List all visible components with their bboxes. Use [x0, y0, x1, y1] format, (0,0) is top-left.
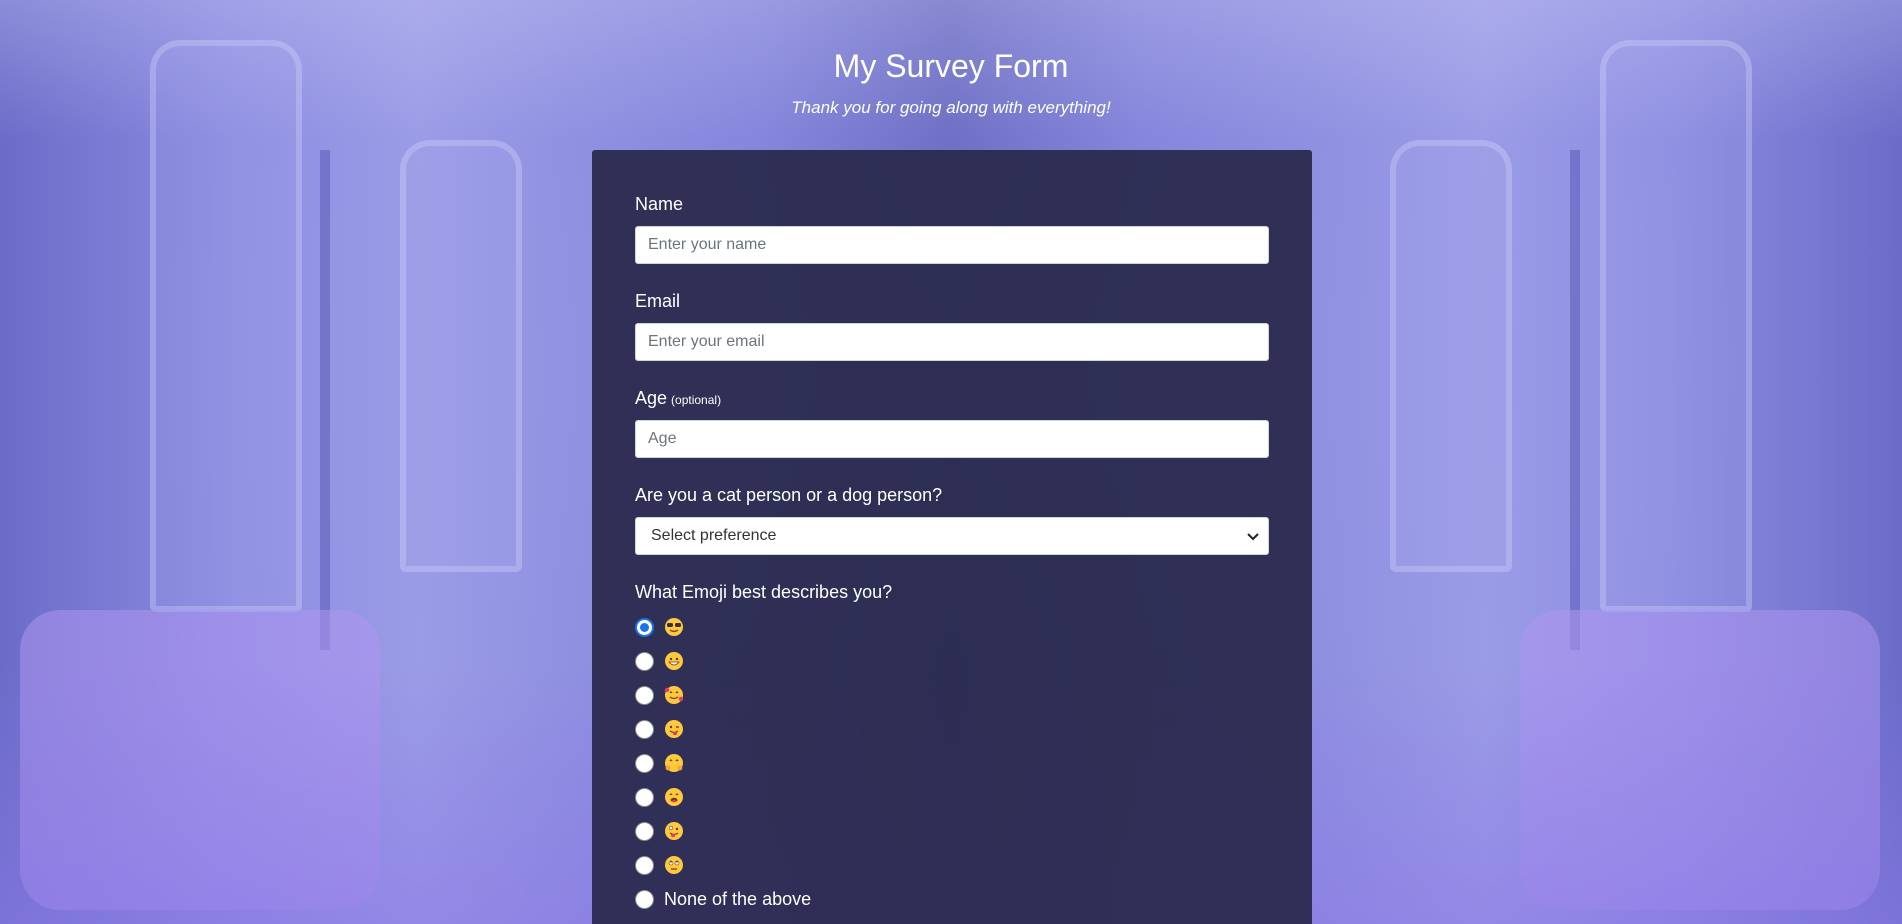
emoji-option[interactable] [635, 644, 1269, 678]
none-label: None of the above [664, 888, 812, 909]
emoji-options [635, 610, 1269, 882]
radio[interactable] [635, 855, 654, 875]
age-label-text: Age [635, 388, 668, 408]
survey-form: Name Enter your name Email Enter your em… [592, 150, 1312, 924]
preference-selected-value: Select preference [651, 527, 777, 544]
emoji-option-none[interactable]: None of the above [635, 882, 1269, 916]
age-optional-hint: (optional) [671, 393, 722, 407]
chevron-down-icon [1247, 533, 1259, 541]
hugging-face-icon [664, 753, 684, 773]
emoji-option[interactable] [635, 678, 1269, 712]
email-placeholder: Enter your email [648, 333, 765, 350]
preference-select[interactable]: Select preference [635, 517, 1269, 555]
age-group: Age (optional) Age [635, 388, 1269, 458]
drooling-face-icon [664, 787, 684, 807]
radio[interactable] [635, 821, 654, 841]
emoji-option[interactable] [635, 780, 1269, 814]
page-title: My Survey Form [833, 48, 1069, 84]
emoji-option[interactable] [635, 712, 1269, 746]
emoji-option[interactable] [635, 610, 1269, 644]
emoji-option[interactable] [635, 746, 1269, 780]
sunglasses-face-icon [664, 617, 684, 637]
emoji-option[interactable] [635, 814, 1269, 848]
name-group: Name Enter your name [635, 194, 1269, 264]
radio-none[interactable] [635, 889, 654, 909]
name-label: Name [635, 194, 684, 214]
age-placeholder: Age [648, 430, 677, 447]
age-input[interactable]: Age [635, 420, 1269, 458]
zany-face-icon [664, 821, 684, 841]
emoji-question-label: What Emoji best describes you? [635, 582, 893, 602]
email-group: Email Enter your email [635, 291, 1269, 361]
age-label: Age (optional) [635, 388, 1269, 410]
name-placeholder: Enter your name [648, 236, 767, 253]
radio-checked[interactable] [635, 617, 654, 637]
preference-label: Are you a cat person or a dog person? [635, 485, 943, 505]
name-input[interactable]: Enter your name [635, 226, 1269, 264]
eye-roll-face-icon [664, 855, 684, 875]
page-content: My Survey Form Thank you for going along… [0, 0, 1902, 924]
email-input[interactable]: Enter your email [635, 323, 1269, 361]
page-subtitle: Thank you for going along with everythin… [791, 98, 1111, 117]
radio[interactable] [635, 787, 654, 807]
radio[interactable] [635, 685, 654, 705]
winking-tongue-face-icon [664, 719, 684, 739]
radio[interactable] [635, 651, 654, 671]
grinning-face-icon [664, 651, 684, 671]
email-label: Email [635, 291, 681, 311]
emoji-option[interactable] [635, 848, 1269, 882]
emoji-group: What Emoji best describes you? None of t… [635, 582, 1269, 916]
preference-group: Are you a cat person or a dog person? Se… [635, 485, 1269, 555]
radio[interactable] [635, 753, 654, 773]
radio[interactable] [635, 719, 654, 739]
smiling-face-with-hearts-icon [664, 685, 684, 705]
